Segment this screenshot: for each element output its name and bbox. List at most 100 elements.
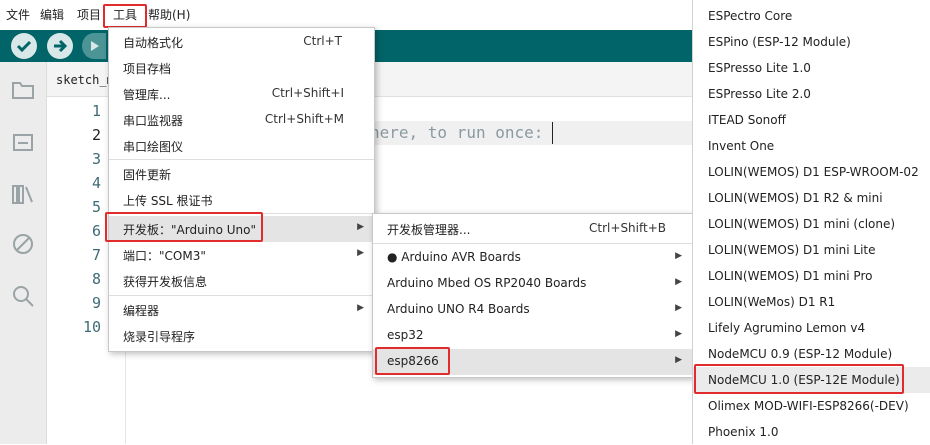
menu-item-programmer[interactable]: 编程器 ▶ [109,297,374,323]
esp8266-item-highlight [375,347,450,375]
board-option-label: LOLIN(WEMOS) D1 mini Pro [708,269,873,283]
submenu-arrow-icon: ▶ [357,303,364,313]
board-option[interactable]: ESPresso Lite 1.0 [693,55,930,81]
line-number: 8 [91,270,101,288]
board-option-label: LOLIN(WEMOS) D1 mini Lite [708,243,876,257]
board-option[interactable]: ESPresso Lite 2.0 [693,81,930,107]
board-option-label: Invent One [708,139,775,153]
menu-item-label: 上传 SSL 根证书 [123,194,213,208]
verify-button[interactable] [11,33,37,59]
menu-item-upload-ssl-certs[interactable]: 上传 SSL 根证书 [109,187,374,213]
menu-item-label: ● Arduino AVR Boards [387,250,521,264]
folder-icon[interactable] [11,78,35,102]
menu-item-uno-r4-boards[interactable]: Arduino UNO R4 Boards ▶ [373,297,692,323]
board-option[interactable]: LOLIN(WEMOS) D1 mini Pro [693,263,930,289]
board-option-label: NodeMCU 0.9 (ESP-12 Module) [708,347,893,361]
board-option[interactable]: LOLIN(WEMOS) D1 R2 & mini [693,185,930,211]
menu-item-label: 固件更新 [123,168,172,182]
submenu-arrow-icon: ▶ [675,329,682,339]
board-option[interactable]: Invent One [693,133,930,159]
upload-button[interactable] [47,33,73,59]
sketch-tab[interactable]: sketch_m [56,73,114,87]
menu-item-board-info[interactable]: 获得开发板信息 [109,268,374,294]
menu-separator [109,159,374,160]
menu-item-shortcut: Ctrl+T [303,34,342,48]
board-option-label: LOLIN(WEMOS) D1 R2 & mini [708,191,883,205]
menu-item-port[interactable]: 端口："COM3" ▶ [109,242,374,268]
menu-help[interactable]: 帮助(H) [148,6,190,23]
board-option-label: Phoenix 1.0 [708,425,779,439]
board-option[interactable]: LOLIN(WEMOS) D1 ESP-WROOM-02 [693,159,930,185]
code-comment[interactable]: here, to run once: [370,123,543,142]
board-option-label: ESPresso Lite 2.0 [708,87,811,101]
menu-item-shortcut: Ctrl+Shift+I [271,86,344,100]
menu-edit[interactable]: 编辑 [40,6,64,23]
board-option[interactable]: Olimex MOD-WIFI-ESP8266(-DEV) [693,393,930,419]
submenu-arrow-icon: ▶ [675,277,682,287]
submenu-arrow-icon: ▶ [357,248,364,258]
board-option-label: ITEAD Sonoff [708,113,786,127]
board-option[interactable]: ESPino (ESP-12 Module) [693,29,930,55]
submenu-arrow-icon: ▶ [357,222,364,232]
board-option[interactable]: LOLIN(WEMOS) D1 mini Lite [693,237,930,263]
board-option[interactable]: Lifely Agrumino Lemon v4 [693,315,930,341]
menu-item-label: 自动格式化 [123,36,184,50]
menu-item-arduino-avr-boards[interactable]: ● Arduino AVR Boards ▶ [373,245,692,271]
debug-icon[interactable] [11,232,35,256]
menu-file[interactable]: 文件 [6,6,30,23]
board-option[interactable]: ITEAD Sonoff [693,107,930,133]
menu-item-label: 串口绘图仪 [123,140,184,154]
line-number: 10 [82,318,101,336]
board-option-label: ESPresso Lite 1.0 [708,61,811,75]
menu-item-serial-plotter[interactable]: 串口绘图仪 [109,133,374,159]
line-number: 2 [91,126,101,144]
menu-item-label: 串口监视器 [123,114,184,128]
menu-separator [109,295,374,296]
board-option[interactable]: Phoenix 1.0 [693,419,930,445]
board-item-highlight [105,212,263,242]
library-icon[interactable] [11,182,35,206]
board-option[interactable]: ESPectro Core [693,3,930,29]
menu-item-label: 烧录引导程序 [123,330,196,344]
menu-item-label: 获得开发板信息 [123,275,208,289]
line-number: 9 [91,294,101,312]
menu-item-burn-bootloader[interactable]: 烧录引导程序 [109,323,374,349]
sidebar [0,62,47,444]
nodemcu-selection-highlight [694,364,904,394]
menu-item-label: 项目存档 [123,62,172,76]
menu-item-label: 开发板管理器... [387,223,471,237]
menu-item-label: Arduino UNO R4 Boards [387,302,530,316]
tools-menu-highlight [103,4,147,28]
board-option-label: LOLIN(WeMos) D1 R1 [708,295,836,309]
submenu-arrow-icon: ▶ [675,355,682,365]
line-number: 4 [91,174,101,192]
menu-item-esp32[interactable]: esp32 ▶ [373,323,692,349]
menu-item-shortcut: Ctrl+Shift+M [264,112,344,126]
board-option-label: LOLIN(WEMOS) D1 mini (clone) [708,217,896,231]
line-number: 3 [91,150,101,168]
board-option-label: LOLIN(WEMOS) D1 ESP-WROOM-02 [708,165,919,179]
menu-project[interactable]: 项目 [77,6,101,23]
menu-item-manage-libraries[interactable]: 管理库... Ctrl+Shift+I [109,81,374,107]
submenu-arrow-icon: ▶ [675,303,682,313]
submenu-arrow-icon: ▶ [675,251,682,261]
menu-item-serial-monitor[interactable]: 串口监视器 Ctrl+Shift+M [109,107,374,133]
board-option-label: ESPino (ESP-12 Module) [708,35,851,49]
board-icon[interactable] [11,130,35,154]
search-icon[interactable] [11,284,35,308]
menu-item-mbed-rp2040-boards[interactable]: Arduino Mbed OS RP2040 Boards ▶ [373,271,692,297]
debug-icon [91,41,99,51]
board-option[interactable]: LOLIN(WEMOS) D1 mini (clone) [693,211,930,237]
menu-item-label: Arduino Mbed OS RP2040 Boards [387,276,587,290]
menu-item-label: 端口："COM3" [123,249,206,263]
debug-button[interactable] [82,33,106,59]
menu-item-archive-sketch[interactable]: 项目存档 [109,55,374,81]
menu-item-auto-format[interactable]: 自动格式化 Ctrl+T [109,29,374,55]
menu-item-firmware-updater[interactable]: 固件更新 [109,161,374,187]
line-number: 5 [91,198,101,216]
line-number: 6 [91,222,101,240]
menu-separator [373,243,692,244]
menu-item-boards-manager[interactable]: 开发板管理器... Ctrl+Shift+B [373,216,692,242]
board-option[interactable]: LOLIN(WeMos) D1 R1 [693,289,930,315]
text-cursor [552,122,553,144]
